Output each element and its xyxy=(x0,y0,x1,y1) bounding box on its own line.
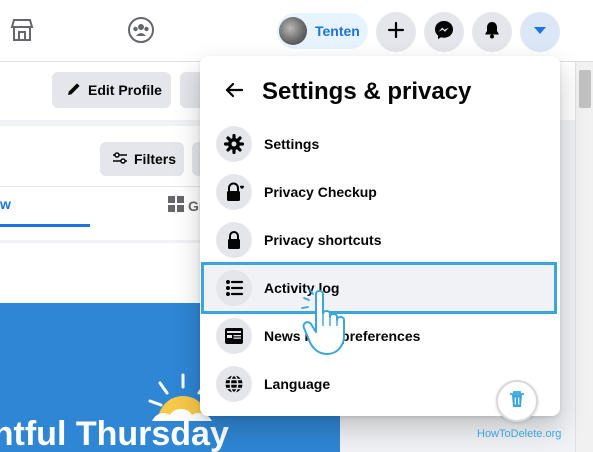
list-icon xyxy=(216,270,252,306)
menu-item-label: Settings xyxy=(264,136,320,152)
gear-icon xyxy=(216,126,252,162)
marketplace-icon[interactable] xyxy=(6,14,38,46)
globe-icon xyxy=(216,366,252,402)
back-button[interactable] xyxy=(216,74,252,110)
pencil-icon xyxy=(66,81,82,100)
profile-name: Tenten xyxy=(315,23,360,39)
notifications-button[interactable] xyxy=(472,12,512,52)
edit-profile-button[interactable]: Edit Profile xyxy=(52,72,171,108)
menu-item-activity-log[interactable]: Activity log xyxy=(201,262,557,314)
menu-item-news-feed-preferences[interactable]: News Feed preferences xyxy=(208,312,552,360)
menu-item-privacy-shortcuts[interactable]: Privacy shortcuts xyxy=(208,216,552,264)
messenger-icon xyxy=(433,19,455,46)
pointer-hand-icon xyxy=(301,289,345,355)
settings-privacy-menu: Settings & privacy Settings Privacy Chec… xyxy=(200,56,560,416)
menu-item-label: Language xyxy=(264,376,331,392)
filters-button[interactable]: Filters xyxy=(100,142,184,176)
lock-heart-icon xyxy=(216,174,252,210)
top-navigation-bar: Tenten xyxy=(0,0,593,62)
menu-item-label: Privacy Checkup xyxy=(264,184,377,200)
watermark: HowToDelete.org xyxy=(477,428,562,440)
tab-grid-view[interactable]: Gr xyxy=(168,196,204,215)
account-button[interactable] xyxy=(520,12,560,52)
filters-label: Filters xyxy=(134,151,177,167)
menu-item-settings[interactable]: Settings xyxy=(208,120,552,168)
sliders-icon xyxy=(112,151,128,168)
grid-icon xyxy=(168,196,184,215)
bell-icon xyxy=(482,20,502,45)
tab-list-view[interactable]: w xyxy=(0,196,11,212)
groups-icon[interactable] xyxy=(125,14,157,46)
profile-shortcut[interactable]: Tenten xyxy=(277,13,368,49)
active-tab-indicator xyxy=(0,224,90,227)
menu-header: Settings & privacy xyxy=(216,74,471,110)
menu-item-privacy-checkup[interactable]: Privacy Checkup xyxy=(208,168,552,216)
menu-title: Settings & privacy xyxy=(262,78,472,105)
scrollbar-thumb[interactable] xyxy=(579,70,591,108)
trash-icon xyxy=(509,390,525,413)
arrow-left-icon xyxy=(225,82,244,103)
avatar xyxy=(279,17,307,45)
lock-icon xyxy=(216,222,252,258)
page-scrollbar[interactable] xyxy=(575,62,593,452)
delete-button[interactable] xyxy=(496,380,538,422)
edit-profile-label: Edit Profile xyxy=(88,82,162,98)
menu-item-label: Privacy shortcuts xyxy=(264,232,382,248)
messenger-button[interactable] xyxy=(424,12,464,52)
news-feed-icon xyxy=(216,318,252,354)
caret-down-icon xyxy=(532,23,548,41)
promo-text: ghtful Thursday xyxy=(0,415,229,452)
create-button[interactable] xyxy=(376,12,416,52)
plus-icon xyxy=(386,20,406,45)
